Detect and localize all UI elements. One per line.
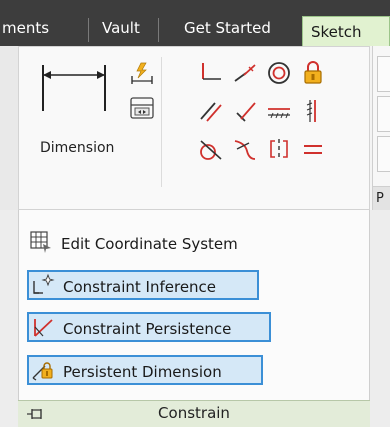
menu-item-constraint-inference[interactable]: Constraint Inference xyxy=(27,270,259,300)
symmetric-constraint-button[interactable] xyxy=(265,135,293,163)
dimension-label: Dimension xyxy=(40,140,115,156)
menu-item-constraint-persistence[interactable]: Constraint Persistence xyxy=(27,312,271,342)
ribbon-area: Dimension P xyxy=(0,46,390,210)
lock-icon xyxy=(304,61,322,84)
constraint-inference-icon xyxy=(31,273,59,299)
menu-item-label: Edit Coordinate System xyxy=(61,235,238,253)
persistent-dimension-icon xyxy=(31,358,59,384)
adjacent-panel-button[interactable] xyxy=(377,136,390,172)
adjacent-panel: P xyxy=(372,46,390,210)
menu-item-edit-coordinate-system[interactable]: Edit Coordinate System xyxy=(27,229,238,259)
tangent-constraint-icon xyxy=(200,140,222,160)
concentric-constraint-icon xyxy=(268,62,290,84)
coincident-constraint-icon xyxy=(202,63,221,80)
vertical-constraint-icon xyxy=(306,100,316,122)
menu-item-label: Constraint Persistence xyxy=(63,320,232,338)
tab-sketch[interactable]: Sketch xyxy=(302,16,390,46)
tab-vault[interactable]: Vault xyxy=(102,14,140,42)
coincident-constraint-button[interactable] xyxy=(197,59,225,87)
constrain-panel-dropdown: Edit Coordinate System Constraint Infere… xyxy=(18,210,370,427)
adjacent-panel-button[interactable] xyxy=(377,96,390,132)
menu-left-backdrop xyxy=(0,210,18,427)
menu-right-backdrop xyxy=(370,210,390,427)
dimension-icon xyxy=(42,65,106,111)
dimension-button[interactable]: Dimension xyxy=(27,61,127,156)
symmetric-constraint-icon xyxy=(270,139,288,158)
auto-dimension-icon xyxy=(131,62,153,84)
tangent-constraint-button[interactable] xyxy=(197,135,225,163)
menu-item-label: Constraint Inference xyxy=(63,278,217,296)
horizontal-constraint-icon xyxy=(268,108,290,119)
equal-constraint-button[interactable] xyxy=(299,135,327,163)
smooth-constraint-icon xyxy=(234,140,256,160)
show-constraints-icon xyxy=(130,97,154,119)
tab-divider xyxy=(158,18,159,42)
menu-item-label: Persistent Dimension xyxy=(63,363,222,381)
left-panel-edge xyxy=(0,46,19,210)
show-constraints-button[interactable] xyxy=(129,95,155,121)
tab-environments[interactable]: ments xyxy=(2,14,49,42)
smooth-constraint-button[interactable] xyxy=(231,135,259,163)
concentric-constraint-button[interactable] xyxy=(265,59,293,87)
panel-title: Constrain xyxy=(158,404,230,422)
vertical-constraint-button[interactable] xyxy=(299,97,327,125)
grid-coordinate-icon xyxy=(29,230,57,256)
tab-get-started[interactable]: Get Started xyxy=(184,14,271,42)
ribbon-tab-bar: ments Vault Get Started Sketch xyxy=(0,0,390,46)
collinear-constraint-icon xyxy=(234,64,256,82)
parallel-constraint-icon xyxy=(200,102,222,122)
equal-constraint-icon xyxy=(304,145,322,154)
adjacent-panel-title: P xyxy=(373,186,390,210)
adjacent-panel-button[interactable] xyxy=(377,56,390,92)
tab-divider xyxy=(88,18,89,42)
fix-constraint-button[interactable] xyxy=(299,59,327,87)
collinear-constraint-button[interactable] xyxy=(231,59,259,87)
panel-separator xyxy=(161,57,162,187)
constrain-panel: Dimension xyxy=(18,46,370,210)
constraint-persistence-icon xyxy=(31,315,59,341)
constrain-panel-footer: Constrain xyxy=(18,400,370,427)
perpendicular-constraint-icon xyxy=(236,102,256,122)
horizontal-constraint-button[interactable] xyxy=(265,97,293,125)
perpendicular-constraint-button[interactable] xyxy=(231,97,259,125)
parallel-constraint-button[interactable] xyxy=(197,97,225,125)
auto-dimension-button[interactable] xyxy=(129,61,155,87)
menu-item-persistent-dimension[interactable]: Persistent Dimension xyxy=(27,355,263,385)
